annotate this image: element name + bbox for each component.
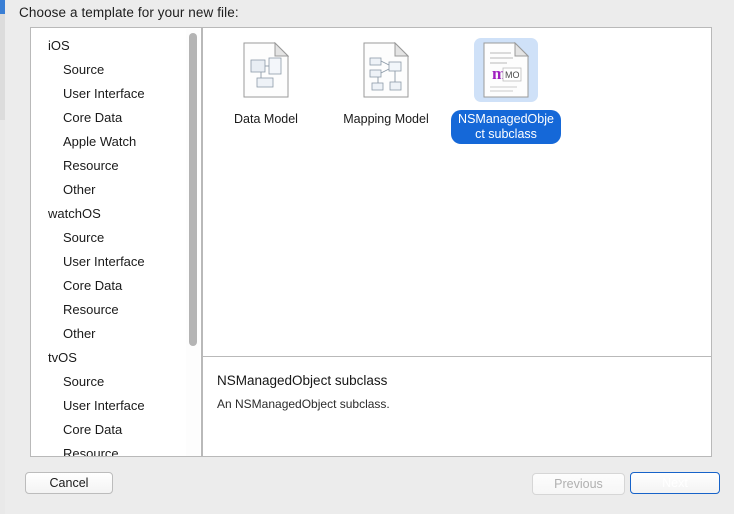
svg-text:MO: MO xyxy=(505,70,520,80)
sidebar-scrollbar[interactable] xyxy=(186,29,200,456)
template-tile-label: NSManagedObject subclass xyxy=(451,110,561,144)
description-body: An NSManagedObject subclass. xyxy=(217,397,390,411)
sidebar-item-resource[interactable]: Resource xyxy=(31,442,201,456)
platform-category-sidebar[interactable]: iOS Source User Interface Core Data Apple Wa… xyxy=(30,27,202,457)
sidebar-item-other[interactable]: Other xyxy=(31,178,201,202)
sidebar-item-tvos[interactable]: tvOS xyxy=(31,346,201,370)
sidebar-item-ios[interactable]: iOS xyxy=(31,34,201,58)
new-file-template-dialog: Choose a template for your new file: iOS… xyxy=(5,0,734,514)
sidebar-item-source[interactable]: Source xyxy=(31,58,201,82)
template-tile-label: Mapping Model xyxy=(343,112,429,126)
sidebar-item-core-data[interactable]: Core Data xyxy=(31,274,201,298)
next-button[interactable]: Next xyxy=(630,472,720,494)
template-tile-nsmanagedobject-subclass[interactable]: m MO NSManagedObject subclass xyxy=(451,38,561,144)
sidebar-item-user-interface[interactable]: User Interface xyxy=(31,250,201,274)
page-title: Choose a template for your new file: xyxy=(19,5,239,20)
template-tile-label: Data Model xyxy=(234,112,298,126)
sidebar-item-source[interactable]: Source xyxy=(31,370,201,394)
template-tile-mapping-model[interactable]: Mapping Model xyxy=(331,38,441,128)
sidebar-item-other[interactable]: Other xyxy=(31,322,201,346)
sidebar-item-user-interface[interactable]: User Interface xyxy=(31,82,201,106)
sidebar-item-user-interface[interactable]: User Interface xyxy=(31,394,201,418)
template-tile-data-model[interactable]: Data Model xyxy=(211,38,321,128)
sidebar-item-apple-watch[interactable]: Apple Watch xyxy=(31,130,201,154)
platform-category-list: iOS Source User Interface Core Data Apple Wa… xyxy=(31,28,201,456)
sidebar-item-resource[interactable]: Resource xyxy=(31,154,201,178)
nsmanagedobject-document-icon: m MO xyxy=(474,38,538,102)
sidebar-item-core-data[interactable]: Core Data xyxy=(31,418,201,442)
sidebar-item-source[interactable]: Source xyxy=(31,226,201,250)
template-content-panel: Data Model Mapping Model m MO NSManagedObjec… xyxy=(202,27,712,457)
previous-button[interactable]: Previous xyxy=(532,473,625,495)
sidebar-item-resource[interactable]: Resource xyxy=(31,298,201,322)
sidebar-item-core-data[interactable]: Core Data xyxy=(31,106,201,130)
description-title: NSManagedObject subclass xyxy=(217,373,388,388)
sidebar-scrollbar-thumb[interactable] xyxy=(189,33,197,346)
template-description-pane: NSManagedObject subclass An NSManagedObj… xyxy=(203,357,711,456)
data-model-document-icon xyxy=(234,38,298,102)
cancel-button[interactable]: Cancel xyxy=(25,472,113,494)
mapping-model-document-icon xyxy=(354,38,418,102)
template-grid: Data Model Mapping Model m MO NSManagedObjec… xyxy=(203,28,711,356)
sidebar-item-watchos[interactable]: watchOS xyxy=(31,202,201,226)
